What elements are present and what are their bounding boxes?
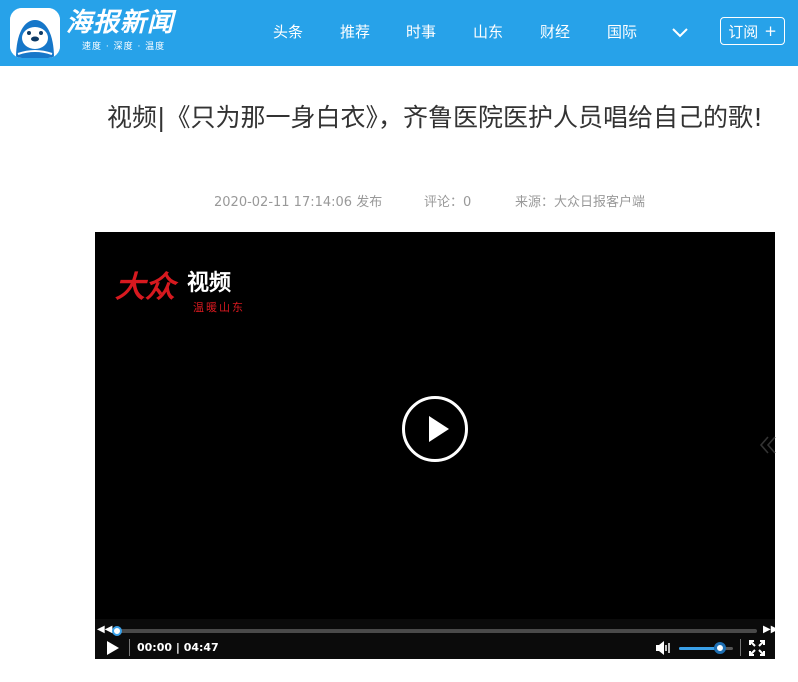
- nav-item-shandong[interactable]: 山东: [473, 22, 503, 42]
- chevron-down-icon[interactable]: [670, 23, 690, 43]
- volume-handle[interactable]: [713, 642, 726, 654]
- nav-item-international[interactable]: 国际: [607, 22, 637, 42]
- volume-icon[interactable]: [655, 640, 673, 656]
- article-title: 视频|《只为那一身白衣》，齐鲁医院医护人员唱给自己的歌!: [107, 103, 763, 132]
- comment-count[interactable]: 评论：0: [424, 194, 471, 212]
- watermark-sub: 视频: [187, 271, 232, 296]
- progress-bar[interactable]: [117, 629, 757, 633]
- nav-item-recommend[interactable]: 推荐: [340, 22, 370, 42]
- video-player[interactable]: 大众 视频 温暖山东 ◀◀ ▶▶ 00:00 | 04:47: [95, 232, 778, 659]
- control-divider: [740, 639, 741, 656]
- fullscreen-icon[interactable]: [749, 640, 765, 656]
- brand-slogan: 速度 · 深度 · 温度: [82, 42, 166, 52]
- double-chevron-left-icon[interactable]: [759, 434, 777, 456]
- plus-icon: +: [764, 22, 777, 40]
- progress-handle[interactable]: [112, 626, 122, 636]
- rewind-icon[interactable]: ◀◀: [97, 624, 112, 636]
- video-controls: ◀◀ ▶▶ 00:00 | 04:47: [95, 619, 778, 659]
- nav-item-headline[interactable]: 头条: [273, 22, 303, 42]
- nav-item-current-affairs[interactable]: 时事: [406, 22, 436, 42]
- nav-item-finance[interactable]: 财经: [540, 22, 570, 42]
- top-header: 海报新闻 速度 · 深度 · 温度 头条 推荐 时事 山东 财经 国际 订阅 +: [0, 0, 798, 66]
- seal-logo-icon[interactable]: [10, 8, 60, 58]
- subscribe-button[interactable]: 订阅 +: [720, 17, 785, 45]
- time-display: 00:00 | 04:47: [137, 641, 219, 654]
- play-icon[interactable]: [402, 396, 468, 462]
- play-pause-icon[interactable]: [106, 641, 120, 655]
- publish-time: 2020-02-11 17:14:06 发布: [214, 195, 383, 210]
- watermark-tag: 温暖山东: [193, 301, 245, 314]
- video-watermark-logo: 大众 视频 温暖山东: [115, 267, 265, 322]
- watermark-main: 大众: [115, 270, 175, 305]
- brand-name[interactable]: 海报新闻: [66, 8, 174, 38]
- article-source: 来源：大众日报客户端: [515, 195, 646, 210]
- forward-icon[interactable]: ▶▶: [763, 624, 778, 636]
- control-divider: [129, 639, 130, 656]
- subscribe-label: 订阅: [728, 22, 759, 41]
